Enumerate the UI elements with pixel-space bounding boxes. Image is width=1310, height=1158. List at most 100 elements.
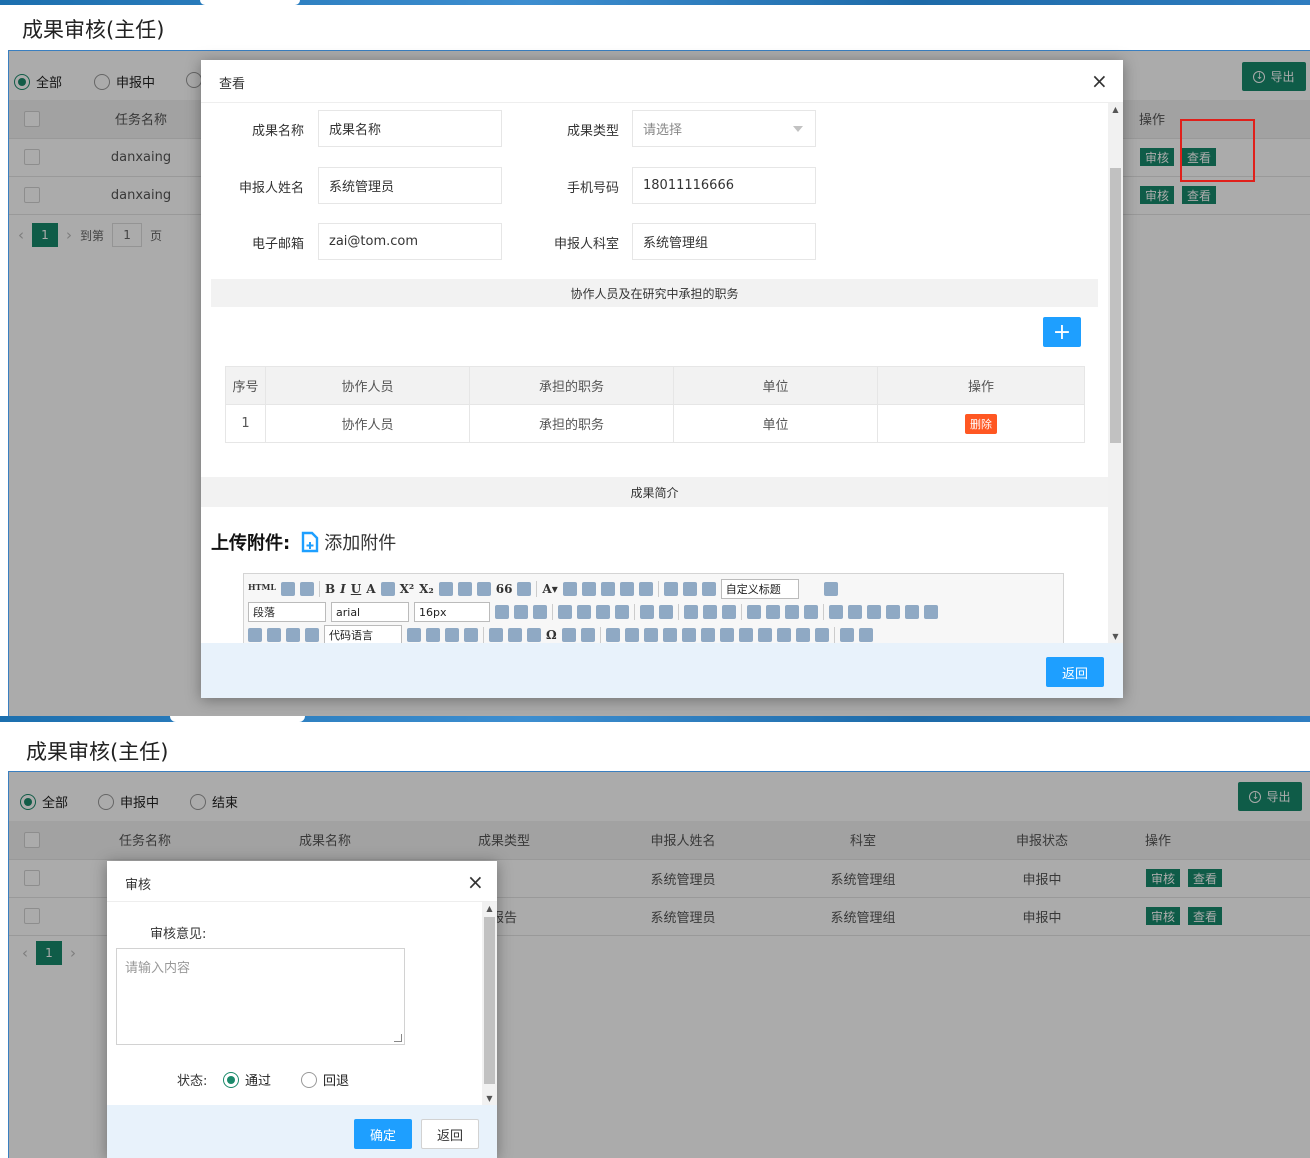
close-icon[interactable]: ×: [467, 872, 484, 892]
uppercase-icon[interactable]: [640, 605, 654, 619]
insert-row-icon[interactable]: [643, 628, 658, 642]
unordered-list-icon[interactable]: [600, 582, 615, 596]
italic-icon[interactable]: I: [340, 582, 346, 596]
rtl-icon[interactable]: [514, 605, 528, 619]
lowercase-icon[interactable]: [659, 605, 673, 619]
align-left-icon[interactable]: [558, 605, 572, 619]
scrawl-icon[interactable]: [886, 605, 900, 619]
scroll-down-icon[interactable]: ▼: [1108, 632, 1123, 641]
add-attachment-link[interactable]: 添加附件: [300, 529, 396, 555]
fullscreen-icon[interactable]: [823, 582, 838, 596]
attachment-icon[interactable]: [248, 628, 262, 642]
row-spacing-top-icon[interactable]: [663, 582, 678, 596]
scroll-thumb[interactable]: [1110, 168, 1121, 443]
link-icon[interactable]: [684, 605, 698, 619]
auto-format-icon[interactable]: [476, 582, 491, 596]
cell-person[interactable]: 协作人员: [265, 404, 470, 443]
simple-upload-icon[interactable]: [829, 605, 843, 619]
delete-col-icon[interactable]: [700, 628, 715, 642]
view-dialog-scrollbar[interactable]: ▲ ▼: [1108, 103, 1123, 643]
select-all-icon[interactable]: [619, 582, 634, 596]
insert-image-icon[interactable]: [848, 605, 862, 619]
template-icon[interactable]: [426, 628, 440, 642]
horizontal-rule-icon[interactable]: [489, 628, 503, 642]
rich-text-editor[interactable]: HTML BIUA X² X₂ 66 A▾ 自定义标题 段落 arial 16px: [243, 573, 1064, 643]
cell-duty[interactable]: 承担的职务: [469, 404, 674, 443]
resize-grip-icon[interactable]: [394, 1034, 402, 1042]
confirm-button[interactable]: 确定: [354, 1119, 412, 1149]
undo-icon[interactable]: [281, 582, 295, 596]
paste-plain-icon[interactable]: [517, 582, 532, 596]
ltr-icon[interactable]: [495, 605, 509, 619]
wordimage-icon[interactable]: [561, 628, 576, 642]
redo-icon[interactable]: [300, 582, 314, 596]
split-cells-icon[interactable]: [776, 628, 791, 642]
unlink-icon[interactable]: [703, 605, 717, 619]
image-none-icon[interactable]: [747, 605, 761, 619]
highlight-color-icon[interactable]: [562, 582, 577, 596]
time-icon[interactable]: [527, 628, 541, 642]
review-dialog-scrollbar[interactable]: ▲ ▼: [482, 902, 497, 1105]
preview-icon[interactable]: [580, 628, 595, 642]
custom-title-select[interactable]: 自定义标题: [720, 579, 799, 599]
cell-unit[interactable]: 单位: [673, 404, 878, 443]
strikethrough-icon[interactable]: [380, 582, 395, 596]
underline-icon[interactable]: U: [351, 582, 361, 596]
add-collaborator-button[interactable]: +: [1043, 317, 1081, 347]
special-chars-icon[interactable]: Ω: [546, 628, 557, 642]
font-border-icon[interactable]: A: [366, 582, 375, 596]
type-select[interactable]: 请选择: [632, 110, 816, 147]
format-brush-icon[interactable]: [457, 582, 472, 596]
font-size-select[interactable]: 16px: [414, 602, 490, 622]
image-center-icon[interactable]: [804, 605, 818, 619]
phone-input[interactable]: 18011116666: [632, 167, 816, 204]
map-icon[interactable]: [267, 628, 281, 642]
bold-icon[interactable]: B: [325, 582, 335, 596]
background-icon[interactable]: [445, 628, 459, 642]
paragraph-select[interactable]: 段落: [248, 602, 326, 622]
status-pass[interactable]: 通过: [223, 1070, 271, 1089]
align-justify-icon[interactable]: [615, 605, 629, 619]
image-right-icon[interactable]: [785, 605, 799, 619]
quote-icon[interactable]: 66: [496, 582, 513, 596]
back-button[interactable]: 返回: [1046, 657, 1104, 687]
search-replace-icon[interactable]: [858, 628, 873, 642]
delete-row-icon[interactable]: [662, 628, 677, 642]
html-source-icon[interactable]: HTML: [248, 582, 276, 596]
row-spacing-bottom-icon[interactable]: [682, 582, 697, 596]
scroll-thumb[interactable]: [484, 917, 495, 1084]
merge-cells-icon[interactable]: [719, 628, 734, 642]
merge-right-icon[interactable]: [738, 628, 753, 642]
code-language-select[interactable]: 代码语言: [324, 625, 402, 643]
music-icon[interactable]: [924, 605, 938, 619]
image-left-icon[interactable]: [766, 605, 780, 619]
insert-table-icon[interactable]: [605, 628, 620, 642]
print-icon[interactable]: [839, 628, 854, 642]
delete-table-icon[interactable]: [624, 628, 639, 642]
line-height-icon[interactable]: [701, 582, 716, 596]
back-button[interactable]: 返回: [421, 1119, 479, 1149]
indent-icon[interactable]: [533, 605, 547, 619]
date-icon[interactable]: [508, 628, 522, 642]
subscript-icon[interactable]: X₂: [419, 582, 434, 596]
chart-icon[interactable]: [464, 628, 478, 642]
status-reject[interactable]: 回退: [301, 1070, 349, 1089]
opinion-textarea[interactable]: 请输入内容: [116, 948, 405, 1045]
applicant-input[interactable]: 系统管理员: [318, 167, 502, 204]
scroll-down-icon[interactable]: ▼: [482, 1094, 497, 1103]
eraser-icon[interactable]: [438, 582, 453, 596]
font-color-icon[interactable]: A▾: [542, 582, 557, 596]
pagebreak-icon[interactable]: [407, 628, 421, 642]
delete-button[interactable]: 删除: [965, 413, 997, 434]
align-center-icon[interactable]: [577, 605, 591, 619]
clear-doc-icon[interactable]: [638, 582, 653, 596]
insert-col-icon[interactable]: [681, 628, 696, 642]
insert-video-icon[interactable]: [905, 605, 919, 619]
split-cols-icon[interactable]: [814, 628, 829, 642]
font-family-select[interactable]: arial: [331, 602, 409, 622]
gmap-icon[interactable]: [286, 628, 300, 642]
superscript-icon[interactable]: X²: [400, 582, 415, 596]
split-rows-icon[interactable]: [795, 628, 810, 642]
insert-frame-icon[interactable]: [305, 628, 319, 642]
emotion-icon[interactable]: [867, 605, 881, 619]
